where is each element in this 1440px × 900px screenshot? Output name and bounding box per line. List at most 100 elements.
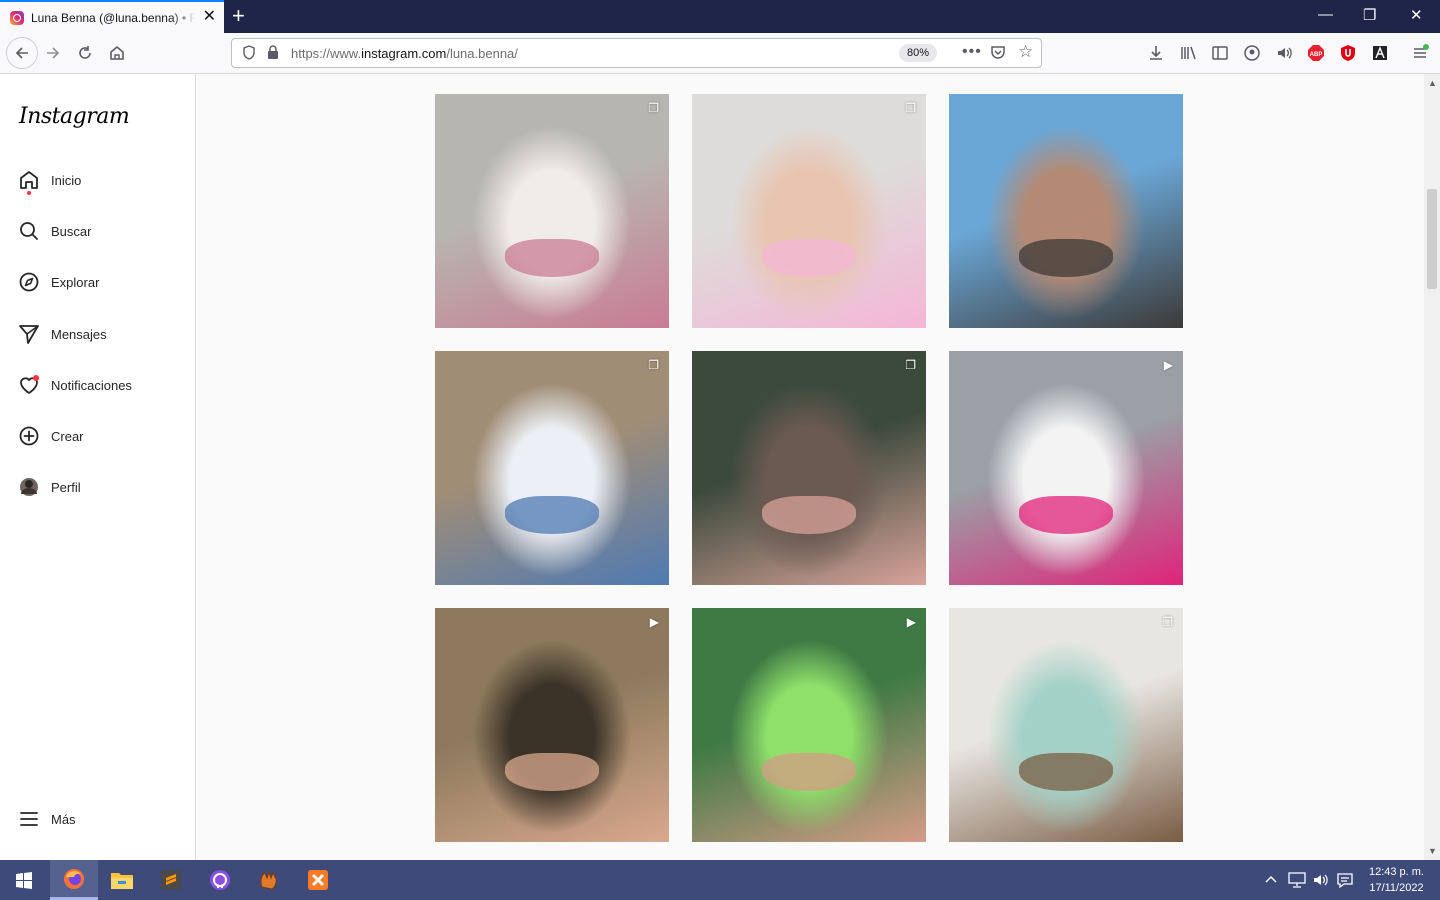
windows-taskbar: 12:43 p. m. 17/11/2022 bbox=[0, 860, 1440, 900]
page-actions-icon[interactable]: ••• bbox=[962, 43, 982, 61]
compass-icon bbox=[18, 271, 40, 293]
home-icon bbox=[18, 169, 40, 195]
taskbar-clock[interactable]: 12:43 p. m. 17/11/2022 bbox=[1369, 864, 1424, 896]
post-tile[interactable]: ▶ bbox=[949, 351, 1183, 585]
sidebar-item-notificaciones[interactable]: Notificaciones bbox=[18, 373, 132, 397]
post-tile[interactable]: ▶ bbox=[692, 608, 926, 842]
post-tile[interactable]: ❐ bbox=[435, 94, 669, 328]
sidebar-item-label: Buscar bbox=[51, 223, 92, 239]
reel-icon: ▶ bbox=[1163, 358, 1173, 372]
tray-overflow-icon[interactable] bbox=[1265, 872, 1277, 887]
reel-icon: ▶ bbox=[906, 615, 916, 629]
account-icon[interactable] bbox=[1242, 43, 1262, 63]
post-tile[interactable]: ❐ bbox=[692, 351, 926, 585]
svg-text:ABP: ABP bbox=[1310, 52, 1323, 58]
url-bar[interactable]: https://www.instagram.com/luna.benna/ 80… bbox=[231, 38, 1042, 68]
volume-icon[interactable] bbox=[1312, 872, 1330, 891]
search-icon bbox=[18, 220, 40, 242]
sidebar-toggle-icon[interactable] bbox=[1210, 43, 1230, 63]
url-text[interactable]: https://www.instagram.com/luna.benna/ bbox=[291, 46, 518, 61]
sidebar-item-inicio[interactable]: Inicio bbox=[18, 168, 82, 195]
sidebar-item-perfil[interactable]: Perfil bbox=[18, 475, 81, 499]
sidebar-item-crear[interactable]: Crear bbox=[18, 424, 84, 448]
post-image bbox=[505, 496, 599, 534]
instagram-favicon-icon bbox=[10, 10, 24, 25]
instagram-sidebar: Instagram Inicio Buscar Explorar Mensaje… bbox=[0, 74, 196, 860]
clock-date: 17/11/2022 bbox=[1369, 882, 1424, 894]
speaker-icon[interactable] bbox=[1274, 43, 1294, 63]
sublime-text-icon[interactable] bbox=[147, 860, 195, 900]
hamburger-menu-icon bbox=[18, 808, 40, 830]
sidebar-item-explorar[interactable]: Explorar bbox=[18, 270, 99, 294]
downloads-icon[interactable] bbox=[1146, 43, 1166, 63]
sidebar-item-mensajes[interactable]: Mensajes bbox=[18, 322, 107, 346]
browser-tab[interactable]: Luna Benna (@luna.benna) • Fotos y video… bbox=[0, 0, 224, 33]
back-button[interactable] bbox=[6, 37, 38, 69]
carousel-icon: ❐ bbox=[648, 358, 659, 372]
network-icon[interactable] bbox=[1288, 872, 1306, 891]
post-tile[interactable] bbox=[949, 94, 1183, 328]
carousel-icon: ❐ bbox=[905, 358, 916, 372]
post-image bbox=[762, 239, 856, 277]
carousel-icon: ❐ bbox=[648, 101, 659, 115]
lock-icon[interactable] bbox=[267, 45, 279, 63]
new-tab-icon[interactable]: + bbox=[232, 5, 245, 27]
post-image bbox=[762, 496, 856, 534]
extension-icon[interactable] bbox=[1370, 43, 1390, 63]
adblock-plus-icon[interactable]: ABP bbox=[1306, 43, 1326, 63]
baseball-glove-app-icon[interactable] bbox=[245, 860, 293, 900]
bookmark-star-icon[interactable]: ☆ bbox=[1018, 42, 1033, 62]
sidebar-item-buscar[interactable]: Buscar bbox=[18, 219, 91, 243]
pocket-icon[interactable] bbox=[990, 45, 1006, 63]
paper-plane-icon bbox=[18, 323, 40, 345]
tab-title: Luna Benna (@luna.benna) • Fotos y video… bbox=[31, 10, 196, 25]
sidebar-item-label: Perfil bbox=[51, 479, 81, 495]
post-tile[interactable]: ▶ bbox=[435, 608, 669, 842]
scroll-up-icon[interactable]: ▲ bbox=[1428, 78, 1437, 88]
heart-icon bbox=[18, 374, 40, 396]
xampp-icon[interactable] bbox=[294, 860, 342, 900]
post-tile[interactable]: ❐ bbox=[692, 94, 926, 328]
clock-time: 12:43 p. m. bbox=[1368, 866, 1424, 878]
instagram-logo[interactable]: Instagram bbox=[19, 104, 130, 129]
post-image bbox=[505, 239, 599, 277]
sidebar-item-mas[interactable]: Más bbox=[18, 807, 76, 831]
shield-icon[interactable] bbox=[242, 45, 256, 63]
browser-navbar: https://www.instagram.com/luna.benna/ 80… bbox=[0, 33, 1440, 74]
post-tile[interactable]: ❐ bbox=[949, 608, 1183, 842]
sidebar-item-label: Notificaciones bbox=[51, 377, 132, 393]
carousel-icon: ❐ bbox=[905, 101, 916, 115]
github-desktop-icon[interactable] bbox=[196, 860, 244, 900]
sidebar-item-label: Explorar bbox=[51, 274, 100, 290]
home-button-icon[interactable] bbox=[107, 43, 127, 63]
firefox-taskbar-icon[interactable] bbox=[50, 860, 98, 900]
post-tile[interactable]: ❐ bbox=[435, 351, 669, 585]
app-menu-icon[interactable] bbox=[1410, 43, 1430, 63]
restore-icon[interactable]: ❐ bbox=[1363, 6, 1376, 24]
close-window-icon[interactable]: ✕ bbox=[1410, 6, 1423, 24]
minimize-icon[interactable]: — bbox=[1318, 6, 1333, 23]
scroll-thumb[interactable] bbox=[1427, 189, 1437, 289]
reload-icon[interactable] bbox=[75, 43, 95, 63]
reel-icon: ▶ bbox=[649, 615, 659, 629]
page-scrollbar[interactable]: ▲ ▼ bbox=[1424, 74, 1440, 860]
zoom-indicator[interactable]: 80% bbox=[899, 44, 937, 62]
post-image bbox=[762, 753, 856, 791]
notifications-icon[interactable] bbox=[1336, 872, 1354, 891]
sidebar-item-label: Mensajes bbox=[51, 326, 107, 342]
sidebar-item-label: Crear bbox=[51, 428, 84, 444]
profile-content: ❐ ❐ ❐ ❐ ▶ ▶ ▶ ❐ bbox=[197, 74, 1424, 860]
post-image bbox=[1019, 239, 1113, 277]
sidebar-item-label: Inicio bbox=[51, 172, 82, 188]
forward-button[interactable] bbox=[43, 43, 63, 63]
post-image bbox=[1019, 753, 1113, 791]
ublock-icon[interactable] bbox=[1338, 43, 1358, 63]
post-image bbox=[1019, 496, 1113, 534]
post-image bbox=[505, 753, 599, 791]
close-tab-icon[interactable]: ✕ bbox=[203, 9, 216, 25]
browser-tabbar: Luna Benna (@luna.benna) • Fotos y video… bbox=[0, 0, 1440, 33]
scroll-down-icon[interactable]: ▼ bbox=[1428, 846, 1437, 856]
library-icon[interactable] bbox=[1178, 43, 1198, 63]
file-explorer-icon[interactable] bbox=[98, 860, 146, 900]
windows-start-icon[interactable] bbox=[0, 860, 48, 900]
